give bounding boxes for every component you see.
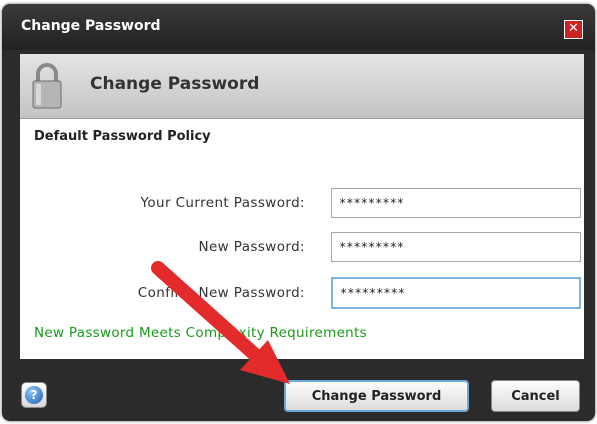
new-password-input[interactable] <box>331 232 581 262</box>
window-title: Change Password <box>21 18 161 34</box>
title-bar[interactable]: Change Password ✕ <box>2 4 595 50</box>
confirm-password-label: Confirm New Password: <box>137 285 305 301</box>
change-password-button[interactable]: Change Password <box>284 380 469 412</box>
current-password-label: Your Current Password: <box>140 195 305 211</box>
current-password-input[interactable] <box>331 188 581 218</box>
header-title: Change Password <box>90 74 260 94</box>
lock-icon <box>32 63 62 109</box>
complexity-status: New Password Meets Complexity Requiremen… <box>34 325 367 341</box>
confirm-password-input[interactable] <box>331 277 581 309</box>
change-password-dialog: Change Password ✕ Change Password Defaul… <box>2 4 595 421</box>
dialog-header: Change Password <box>20 54 584 119</box>
cancel-button[interactable]: Cancel <box>491 380 580 412</box>
help-button[interactable]: ? <box>21 382 47 408</box>
close-icon[interactable]: ✕ <box>564 20 583 39</box>
dialog-content: Default Password Policy Your Current Pas… <box>20 119 584 359</box>
help-icon: ? <box>25 386 43 404</box>
new-password-label: New Password: <box>198 239 305 255</box>
policy-title: Default Password Policy <box>34 129 211 144</box>
